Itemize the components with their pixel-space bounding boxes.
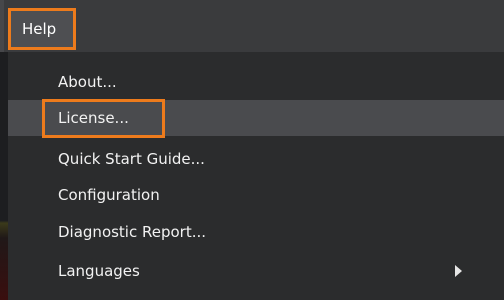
menu-item-label: Diagnostic Report... [58, 223, 207, 241]
menu-item-label: License... [58, 109, 129, 127]
menu-item-diagnostic-report[interactable]: Diagnostic Report... [8, 214, 504, 250]
menu-item-configuration[interactable]: Configuration [8, 177, 504, 213]
menu-item-languages[interactable]: Languages [8, 253, 504, 289]
menu-item-label: Languages [58, 262, 140, 280]
menu-item-license[interactable]: License... [8, 100, 504, 136]
help-menu-label: Help [22, 20, 57, 38]
menu-bar-edge [0, 0, 4, 52]
menu-item-about[interactable]: About... [8, 64, 504, 100]
submenu-arrow-icon [455, 265, 462, 277]
help-menu-button[interactable]: Help [8, 8, 76, 50]
menu-item-label: About... [58, 73, 117, 91]
menu-item-label: Quick Start Guide... [58, 150, 205, 168]
background-window-strip [0, 52, 8, 300]
menu-item-label: Configuration [58, 186, 160, 204]
menu-bar: Help [0, 0, 504, 52]
menu-item-quick-start-guide[interactable]: Quick Start Guide... [8, 141, 504, 177]
